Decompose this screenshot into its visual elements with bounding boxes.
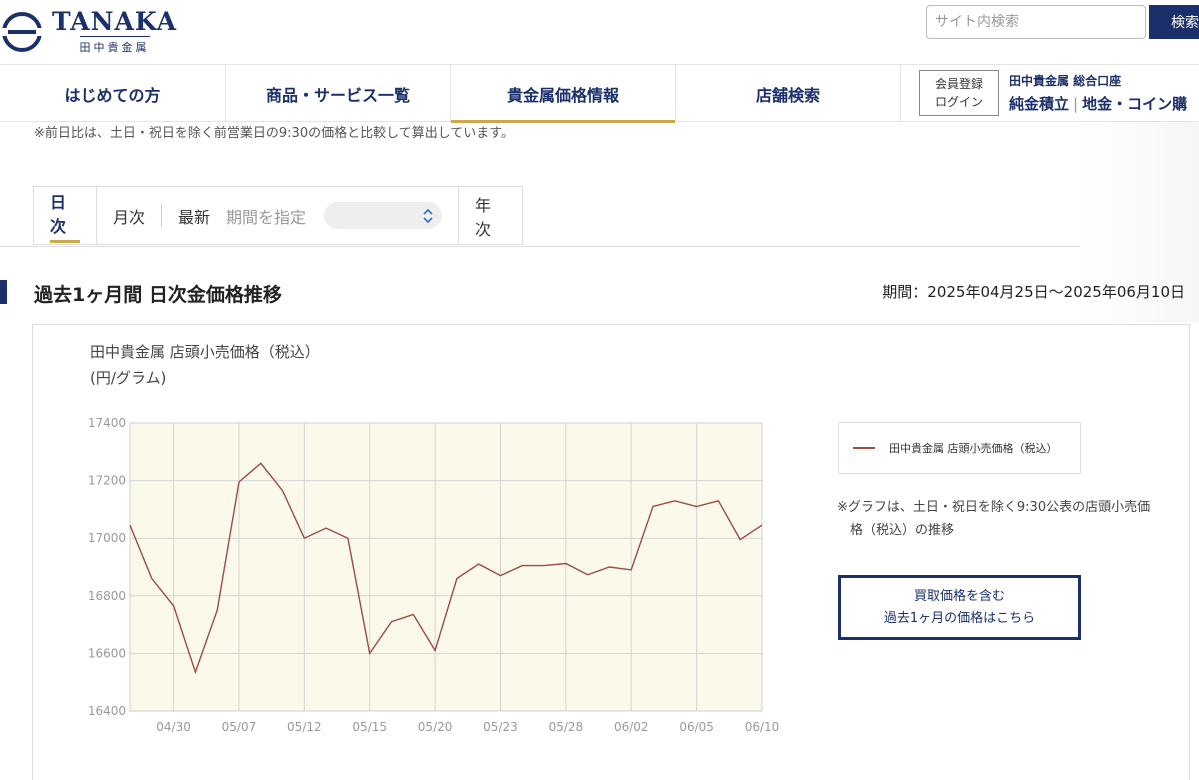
x-tick-label: 05/20 [418,720,453,734]
chart-legend: 田中貴金属 店頭小売価格（税込） [838,422,1081,474]
legend-label: 田中貴金属 店頭小売価格（税込） [889,442,1058,455]
legend-line-swatch [853,447,875,449]
x-tick-label: 06/02 [614,720,649,734]
x-tick-label: 05/15 [352,720,387,734]
x-tick-label: 05/12 [287,720,322,734]
y-tick-label: 17200 [88,474,126,488]
buyback-price-button[interactable]: 買取価格を含む 過去1ヶ月の価格はこちら [838,575,1081,640]
y-tick-label: 16800 [88,589,126,603]
chart-title: 田中貴金属 店頭小売価格（税込） [90,343,320,361]
x-tick-label: 06/05 [679,720,714,734]
y-tick-label: 16600 [88,646,126,660]
x-tick-label: 05/07 [222,720,257,734]
buyback-button-line1: 買取価格を含む [913,588,1005,604]
y-tick-label: 16400 [88,704,126,718]
y-tick-label: 17000 [88,531,126,545]
price-line-chart: 17400 17200 17000 16800 16600 16400 04/30 05/07… [88,416,780,734]
chart-unit-label: (円/グラム) [90,369,167,387]
x-tick-label: 05/28 [549,720,584,734]
x-tick-label: 05/23 [483,720,518,734]
buyback-button-line2: 過去1ヶ月の価格はこちら [883,610,1036,626]
graph-note: ※グラフは、土日・祝日を除く9:30公表の店頭小売価格（税込）の推移 [837,500,1151,538]
x-tick-label: 06/10 [745,720,780,734]
x-tick-label: 04/30 [156,720,191,734]
y-tick-label: 17400 [88,416,126,430]
